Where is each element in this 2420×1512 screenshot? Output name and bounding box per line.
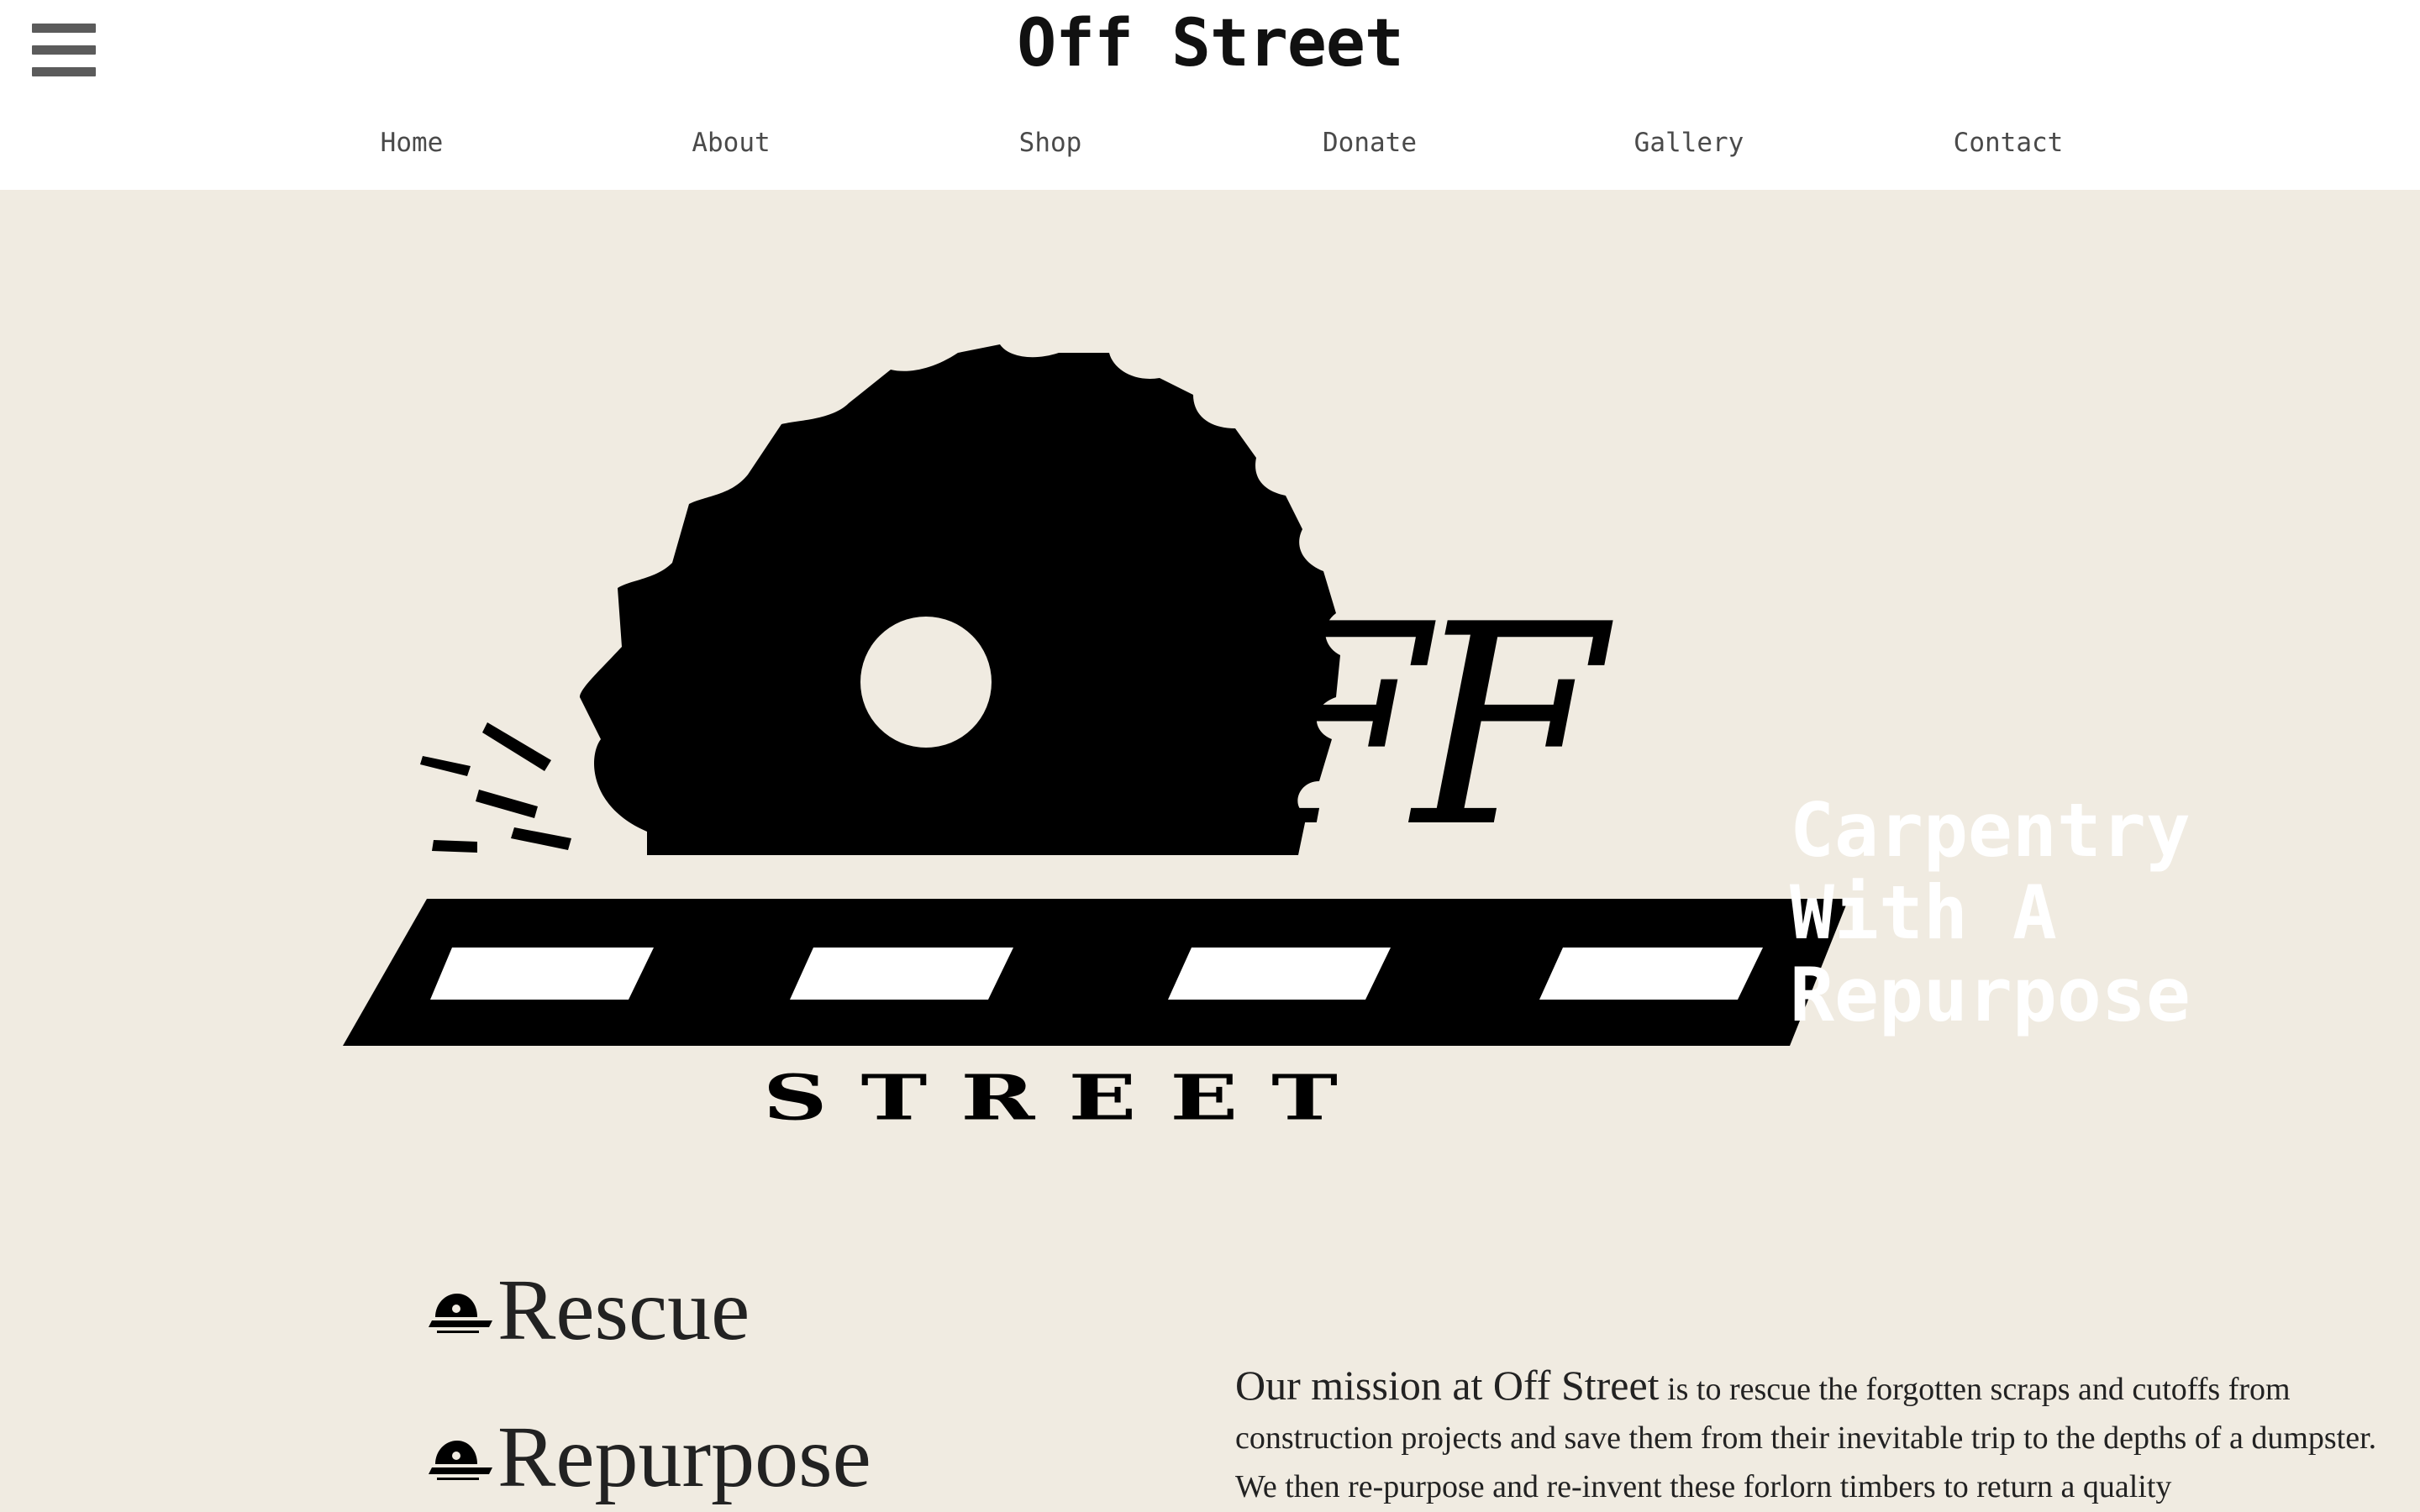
saw-blade-mini-icon bbox=[429, 1285, 496, 1336]
hero-tagline: Carpentry With A Repurpose bbox=[1790, 790, 2294, 1037]
pillar-label-repurpose: Repurpose bbox=[497, 1409, 871, 1505]
site-title[interactable]: Off Street bbox=[0, 3, 2420, 84]
nav-contact[interactable]: Contact bbox=[1849, 121, 2168, 165]
spark-lines bbox=[420, 722, 571, 853]
nav-shop[interactable]: Shop bbox=[891, 121, 1210, 165]
tagline-line-2: With A bbox=[1790, 869, 2057, 956]
pillar-rescue: Rescue bbox=[429, 1264, 750, 1357]
mission-statement: Our mission at Off Street is to rescue t… bbox=[1235, 1361, 2395, 1511]
saw-blade-mini-icon bbox=[429, 1432, 496, 1483]
tagline-line-3: Repurpose bbox=[1790, 952, 2191, 1038]
nav-donate[interactable]: Donate bbox=[1210, 121, 1529, 165]
pillar-label-rescue: Rescue bbox=[497, 1262, 750, 1358]
tagline-line-1: Carpentry bbox=[1790, 787, 2191, 874]
saw-blade-icon bbox=[580, 344, 1340, 855]
logo-street-text: STREET bbox=[763, 1060, 1371, 1134]
pillar-repurpose: Repurpose bbox=[429, 1411, 871, 1504]
nav-about[interactable]: About bbox=[571, 121, 891, 165]
street-bar bbox=[343, 899, 1849, 1046]
off-street-logo bbox=[343, 344, 1849, 1046]
nav-gallery[interactable]: Gallery bbox=[1529, 121, 1849, 165]
main-nav: Home About Shop Donate Gallery Contact bbox=[0, 121, 2420, 168]
logo-ff-text: FF bbox=[1235, 565, 1605, 888]
nav-home[interactable]: Home bbox=[252, 121, 571, 165]
mission-lead: Our mission at Off Street bbox=[1235, 1362, 1660, 1409]
site-header: Off Street Home About Shop Donate Galler… bbox=[0, 0, 2420, 190]
